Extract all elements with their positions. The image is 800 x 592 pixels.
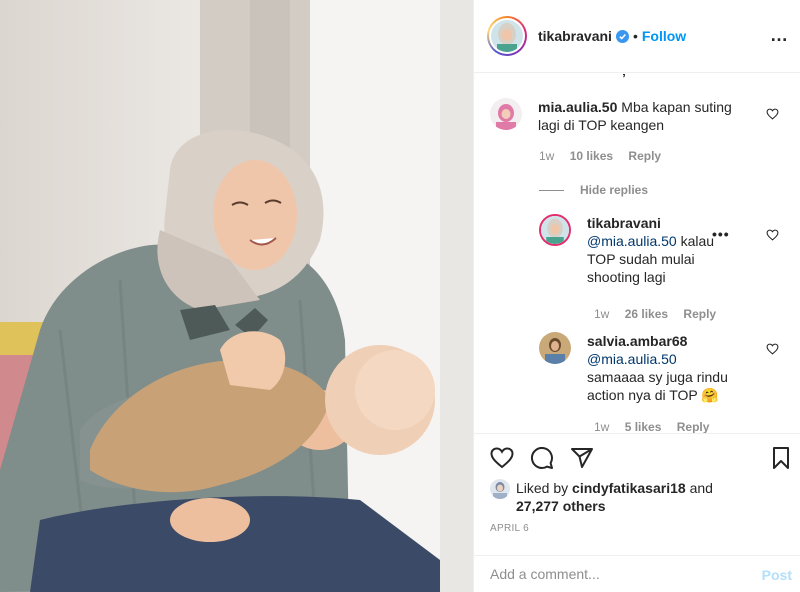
- comments-list[interactable]: , mia.aulia.50 Mba kapan suting lagi di …: [474, 74, 800, 433]
- reply-username[interactable]: salvia.ambar68: [587, 333, 687, 349]
- post-photo[interactable]: [0, 0, 473, 592]
- reply-item: salvia.ambar68 @mia.aulia.50 samaaaa sy …: [539, 332, 754, 404]
- reply-author-avatar[interactable]: [539, 214, 571, 246]
- instagram-post-view: tikabravani • Follow … ,: [0, 0, 800, 592]
- header-separator: •: [632, 28, 638, 44]
- comment-icon[interactable]: [530, 446, 554, 470]
- comment-text: mia.aulia.50 Mba kapan suting lagi di TO…: [538, 98, 750, 134]
- follow-button[interactable]: Follow: [642, 28, 686, 44]
- reply-meta: 1w 5 likes Reply: [594, 420, 721, 433]
- liked-by-summary: Liked by cindyfatikasari18 and 27,277 ot…: [490, 479, 746, 515]
- comment-reply-button[interactable]: Reply: [628, 149, 661, 163]
- comment-meta: 1w 10 likes Reply: [539, 149, 673, 163]
- author-avatar[interactable]: [491, 20, 523, 52]
- reply-reply-button[interactable]: Reply: [677, 420, 710, 433]
- ellipsis-icon[interactable]: …: [770, 26, 789, 44]
- reply-like-heart-icon[interactable]: [766, 229, 779, 241]
- author-avatar-ring[interactable]: [487, 16, 527, 56]
- divider-line: [539, 189, 564, 191]
- comment-likes[interactable]: 10 likes: [570, 149, 613, 163]
- commenter-avatar[interactable]: [490, 98, 522, 130]
- author-username[interactable]: tikabravani: [538, 28, 612, 44]
- reply-time[interactable]: 1w: [594, 420, 609, 433]
- reply-time[interactable]: 1w: [594, 307, 609, 321]
- liked-by-user[interactable]: cindyfatikasari18: [572, 480, 686, 496]
- post-date[interactable]: APRIL 6: [490, 523, 529, 534]
- liked-by-text: Liked by cindyfatikasari18 and 27,277 ot…: [516, 479, 746, 515]
- post-photo-illustration: [0, 0, 473, 592]
- reply-mention[interactable]: @mia.aulia.50: [587, 233, 677, 249]
- liked-by-prefix: Liked by: [516, 480, 569, 496]
- add-comment-bar: Post: [474, 555, 800, 592]
- post-header: tikabravani • Follow …: [474, 0, 800, 73]
- hide-replies-label: Hide replies: [580, 183, 649, 197]
- reply-item: tikabravani @mia.aulia.50 kalau TOP suda…: [539, 214, 754, 286]
- author-avatar-frame: [489, 18, 525, 54]
- reply-author-avatar[interactable]: [539, 332, 571, 364]
- reply-like-heart-icon[interactable]: [766, 343, 779, 355]
- reply-meta: 1w 26 likes Reply: [594, 307, 728, 321]
- truncated-text: ,: [622, 74, 627, 78]
- reply-likes[interactable]: 5 likes: [625, 420, 662, 433]
- reply-username[interactable]: tikabravani: [587, 215, 661, 231]
- comment-item: mia.aulia.50 Mba kapan suting lagi di TO…: [490, 98, 750, 134]
- reply-reply-button[interactable]: Reply: [683, 307, 716, 321]
- post-side-panel: tikabravani • Follow … ,: [473, 0, 800, 592]
- post-comment-button[interactable]: Post: [762, 567, 792, 583]
- reply-text: salvia.ambar68 @mia.aulia.50 samaaaa sy …: [587, 332, 737, 404]
- verified-badge-icon: [615, 29, 629, 43]
- liked-by-and: and: [689, 480, 713, 496]
- comment-time[interactable]: 1w: [539, 149, 554, 163]
- comment-input[interactable]: [490, 566, 740, 582]
- ellipsis-icon[interactable]: •••: [712, 226, 730, 242]
- share-icon[interactable]: [570, 446, 594, 470]
- heart-icon[interactable]: [490, 446, 514, 470]
- reply-text: tikabravani @mia.aulia.50 kalau TOP suda…: [587, 214, 737, 286]
- comment-username[interactable]: mia.aulia.50: [538, 99, 617, 115]
- reply-likes[interactable]: 26 likes: [625, 307, 668, 321]
- reply-mention[interactable]: @mia.aulia.50: [587, 351, 677, 367]
- hide-replies-button[interactable]: Hide replies: [539, 183, 648, 197]
- comment-like-heart-icon[interactable]: [766, 108, 779, 120]
- liked-by-others[interactable]: 27,277 others: [516, 498, 606, 514]
- bookmark-icon[interactable]: [769, 446, 793, 470]
- liker-avatar[interactable]: [490, 479, 510, 499]
- reply-body: samaaaa sy juga rindu action nya di TOP …: [587, 369, 728, 403]
